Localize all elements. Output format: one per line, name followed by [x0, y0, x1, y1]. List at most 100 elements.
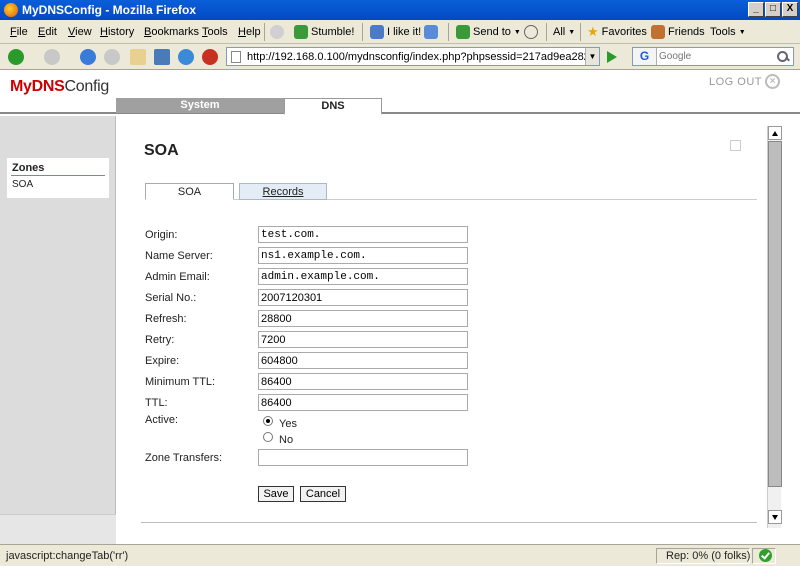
firefox-icon	[4, 3, 18, 17]
search-icon[interactable]	[775, 49, 791, 64]
stumble-settings-button[interactable]	[270, 24, 284, 40]
addon-icon[interactable]	[154, 49, 170, 65]
corner-checkbox[interactable]	[730, 140, 741, 151]
close-button[interactable]: X	[782, 2, 798, 17]
menu-bookmarks[interactable]: Bookmarks	[144, 26, 199, 38]
comment-button[interactable]	[524, 24, 538, 40]
favorites-label: Favorites	[601, 26, 647, 38]
save-button[interactable]: Save	[258, 486, 294, 502]
zones-title: Zones	[12, 162, 45, 174]
refresh-field[interactable]	[258, 310, 468, 327]
expire-field[interactable]	[258, 352, 468, 369]
zone-item-soa[interactable]: SOA	[12, 179, 33, 190]
page-viewport: MyDNSConfig LOG OUT × System DNS Zones S…	[0, 70, 800, 544]
active-yes-radio[interactable]	[263, 416, 273, 426]
favorites-button[interactable]: ★ Favorites	[587, 24, 647, 40]
scroll-down-button[interactable]	[768, 510, 782, 524]
logo-part-1: MyDNS	[10, 78, 65, 95]
addon-gear-icon[interactable]	[178, 49, 194, 65]
app-logo: MyDNSConfig	[10, 78, 109, 96]
menu-file[interactable]: File	[10, 26, 28, 38]
menu-edit[interactable]: Edit	[38, 26, 57, 38]
google-engine-icon[interactable]: G	[633, 48, 657, 65]
maximize-button[interactable]: □	[765, 2, 781, 17]
window-title: MyDNSConfig - Mozilla Firefox	[22, 3, 196, 17]
chevron-down-icon[interactable]: ▼	[585, 48, 599, 65]
rep-text: Rep: 0% (0 folks)	[666, 550, 751, 562]
active-label: Active:	[145, 414, 179, 426]
ttl-field[interactable]	[258, 394, 468, 411]
origin-field[interactable]	[258, 226, 468, 243]
logout-link[interactable]: LOG OUT	[709, 76, 762, 88]
admin-email-field[interactable]	[258, 268, 468, 285]
checkmark-icon[interactable]	[759, 549, 772, 562]
toolbar-separator	[546, 23, 547, 41]
menu-view[interactable]: View	[68, 26, 92, 38]
tools-label: Tools	[710, 26, 736, 38]
reload-icon[interactable]	[80, 49, 96, 65]
tab-dns[interactable]: DNS	[284, 98, 382, 115]
send-icon	[456, 25, 470, 39]
menu-help[interactable]: Help	[238, 26, 261, 38]
scroll-up-button[interactable]	[768, 126, 782, 140]
friends-button[interactable]: Friends	[651, 24, 705, 40]
like-button[interactable]: I like it!	[370, 24, 421, 40]
friends-label: Friends	[668, 26, 705, 38]
logout-x-icon[interactable]: ×	[765, 74, 780, 89]
zone-transfers-field[interactable]	[258, 449, 468, 466]
toolbar-separator	[264, 23, 265, 41]
minimize-button[interactable]: _	[748, 2, 764, 17]
expire-label: Expire:	[145, 355, 180, 367]
page-icon	[231, 51, 241, 63]
logo-part-2: Config	[64, 78, 110, 95]
thumbs-down-icon	[424, 25, 438, 39]
tab-system[interactable]: System	[116, 98, 284, 113]
send-to-label: Send to	[473, 26, 511, 38]
scroll-thumb[interactable]	[768, 141, 782, 487]
menu-tools[interactable]: Tools	[202, 26, 228, 38]
all-label: All	[553, 26, 566, 38]
dislike-button[interactable]	[424, 24, 438, 40]
home-icon[interactable]	[130, 49, 146, 65]
menu-history[interactable]: History	[100, 26, 134, 38]
serial-field[interactable]	[258, 289, 468, 306]
app-header: MyDNSConfig LOG OUT ×	[0, 70, 800, 98]
name-server-field[interactable]	[258, 247, 468, 264]
stop-icon[interactable]	[104, 49, 120, 65]
subtab-records[interactable]: Records	[239, 183, 327, 200]
back-arrow-icon[interactable]	[8, 49, 24, 65]
url-text: http://192.168.0.100/mydnsconfig/index.p…	[247, 51, 587, 63]
active-no-label: No	[279, 434, 294, 446]
min-ttl-field[interactable]	[258, 373, 468, 390]
chevron-down-icon: ▼	[738, 28, 746, 36]
name-server-label: Name Server:	[145, 250, 213, 262]
search-input[interactable]	[659, 49, 769, 64]
status-text: javascript:changeTab('rr')	[6, 550, 129, 562]
chevron-down-icon: ▼	[513, 28, 521, 36]
refresh-label: Refresh:	[145, 313, 187, 325]
cancel-button[interactable]: Cancel	[300, 486, 346, 502]
subtab-soa[interactable]: SOA	[145, 183, 234, 200]
toolbar-separator	[362, 23, 363, 41]
tools-dropdown[interactable]: Tools ▼	[710, 24, 746, 40]
main-content: SOA SOA Records Origin: Name Server: Adm…	[117, 116, 767, 544]
admin-email-label: Admin Email:	[145, 271, 210, 283]
chevron-down-icon: ▼	[568, 28, 576, 36]
active-no-radio[interactable]	[263, 432, 273, 442]
window-titlebar: MyDNSConfig - Mozilla Firefox _ □ X	[0, 0, 800, 20]
stumble-label: Stumble!	[311, 26, 355, 38]
all-dropdown[interactable]: All ▼	[553, 24, 575, 40]
go-arrow-icon[interactable]	[604, 49, 618, 65]
thumbs-up-icon	[370, 25, 384, 39]
star-icon: ★	[587, 24, 599, 39]
sidebar-footer	[0, 514, 116, 544]
retry-field[interactable]	[258, 331, 468, 348]
status-bar: javascript:changeTab('rr') Rep: 0% (0 fo…	[0, 544, 800, 566]
url-bar[interactable]: http://192.168.0.100/mydnsconfig/index.p…	[226, 47, 600, 66]
send-to-button[interactable]: Send to ▼	[456, 24, 521, 40]
stumble-button[interactable]: Stumble!	[294, 24, 354, 40]
forward-arrow-icon[interactable]	[44, 49, 60, 65]
zone-transfers-label: Zone Transfers:	[145, 452, 223, 464]
vertical-scrollbar[interactable]	[767, 126, 782, 528]
addon-info-icon[interactable]	[202, 49, 218, 65]
